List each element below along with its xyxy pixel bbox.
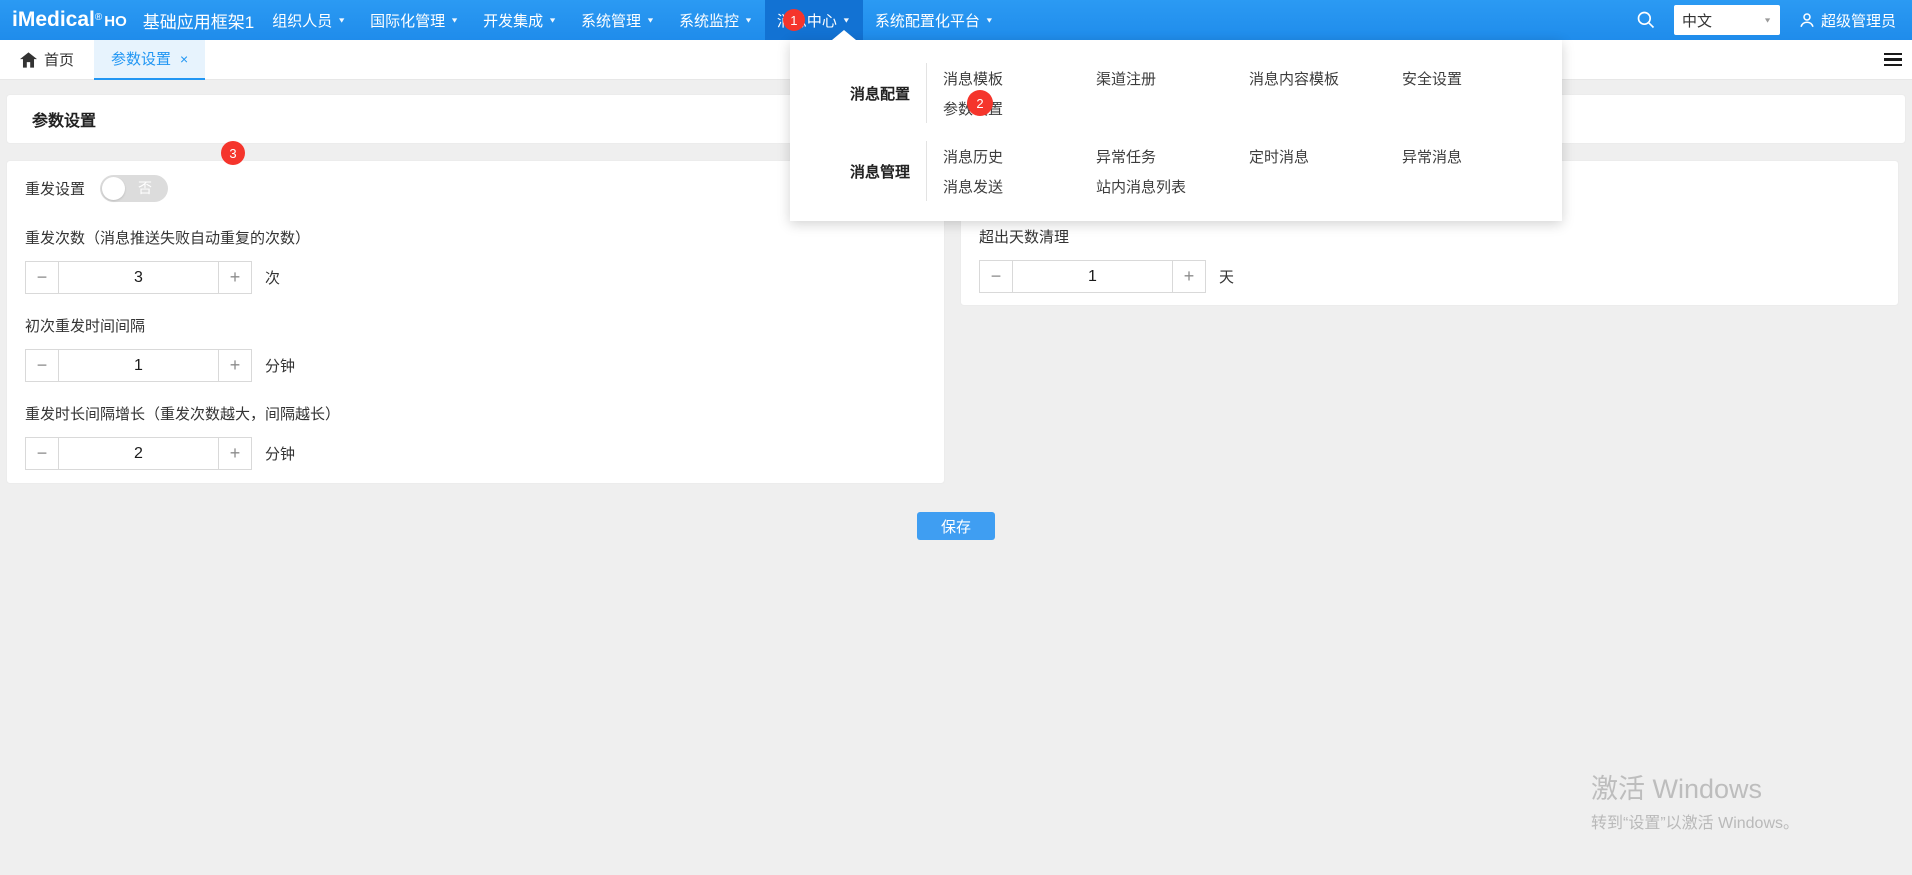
annotation-badge-3: 3	[221, 141, 245, 165]
dropdown-section-message-management: 消息管理 消息历史 异常任务 定时消息 异常消息 消息发送 站内消息列表	[790, 141, 1562, 201]
menu-organization[interactable]: 组织人员 ▼	[260, 0, 358, 40]
registered-mark-icon: ®	[94, 12, 103, 23]
cleanup-days-stepper: − 1 +	[979, 260, 1206, 293]
minus-button[interactable]: −	[26, 262, 59, 293]
username: 超级管理员	[1820, 12, 1896, 30]
minus-button[interactable]: −	[26, 350, 59, 381]
interval-growth-label: 重发时长间隔增长（重发次数越大，间隔越长）	[25, 406, 341, 423]
chevron-down-icon: ▼	[450, 16, 460, 24]
menu-label: 系统配置化平台	[874, 12, 980, 30]
menu-internationalization[interactable]: 国际化管理 ▼	[358, 0, 471, 40]
watermark-subtitle: 转到“设置”以激活 Windows。	[1591, 815, 1800, 832]
menu-label: 开发集成	[483, 12, 544, 30]
logo-text: iMedical	[12, 8, 95, 31]
cleanup-days-input[interactable]: 1	[1013, 261, 1172, 292]
tab-label: 参数设置	[111, 51, 172, 68]
navbar-right: 中文 ▼ 超级管理员	[1636, 5, 1896, 35]
menu-label: 国际化管理	[370, 12, 446, 30]
cleanup-days-label: 超出天数清理	[979, 229, 1070, 246]
dropdown-item-abnormal-task[interactable]: 异常任务	[1096, 146, 1249, 167]
chevron-down-icon: ▼	[548, 16, 558, 24]
close-icon[interactable]: ×	[180, 51, 188, 67]
dropdown-item-message-content-template[interactable]: 消息内容模板	[1249, 68, 1402, 89]
chevron-down-icon: ▼	[646, 16, 655, 24]
first-interval-label: 初次重发时间间隔	[25, 318, 146, 335]
message-center-dropdown: 消息配置 消息模板 渠道注册 消息内容模板 安全设置 参数设置 消息管理 消息历…	[790, 30, 1562, 221]
section-title: 消息配置	[790, 63, 927, 123]
dropdown-caret-icon	[832, 30, 856, 40]
unit-label: 次	[265, 270, 281, 287]
windows-activation-watermark: 激活 Windows 转到“设置”以激活 Windows。	[1591, 772, 1799, 833]
unit-label: 天	[1219, 269, 1235, 286]
menu-system-monitor[interactable]: 系统监控 ▼	[667, 0, 765, 40]
annotation-badge-1: 1	[782, 9, 805, 31]
main-menu: 组织人员 ▼ 国际化管理 ▼ 开发集成 ▼ 系统管理 ▼ 系统监控 ▼ 消息中心…	[260, 0, 1006, 40]
user-icon	[1800, 13, 1814, 28]
menu-dev-integration[interactable]: 开发集成 ▼	[471, 0, 569, 40]
dropdown-item-site-message-list[interactable]: 站内消息列表	[1096, 176, 1249, 197]
top-navbar: iMedical ® HO 基础应用框架1 组织人员 ▼ 国际化管理 ▼ 开发集…	[0, 0, 1912, 40]
menu-label: 组织人员	[272, 12, 333, 30]
language-select[interactable]: 中文 ▼	[1673, 5, 1780, 35]
watermark-title: 激活 Windows	[1591, 774, 1763, 804]
app-title: 基础应用框架1	[142, 12, 255, 32]
unit-label: 分钟	[265, 446, 296, 463]
chevron-down-icon: ▼	[337, 16, 347, 24]
resend-count-input[interactable]: 3	[59, 262, 218, 293]
plus-button[interactable]: +	[218, 262, 251, 293]
tab-parameter-settings[interactable]: 参数设置 ×	[94, 39, 206, 80]
plus-button[interactable]: +	[1172, 261, 1205, 292]
search-icon[interactable]	[1636, 10, 1656, 30]
dropdown-item-scheduled-message[interactable]: 定时消息	[1249, 146, 1402, 167]
menu-icon[interactable]	[1884, 52, 1902, 67]
plus-button[interactable]: +	[218, 350, 251, 381]
resend-count-label: 重发次数（消息推送失败自动重复的次数）	[25, 230, 311, 247]
minus-button[interactable]: −	[980, 261, 1013, 292]
dropdown-item-message-template[interactable]: 消息模板	[943, 68, 1096, 89]
chevron-down-icon: ▼	[1763, 16, 1772, 24]
page-title: 参数设置	[32, 113, 97, 130]
first-interval-stepper: − 1 +	[25, 349, 252, 382]
section-title: 消息管理	[790, 141, 927, 201]
menu-config-platform[interactable]: 系统配置化平台 ▼	[863, 0, 1006, 40]
interval-growth-input[interactable]: 2	[59, 438, 218, 469]
dropdown-item-parameter-settings[interactable]: 参数设置	[943, 98, 1096, 119]
chevron-down-icon: ▼	[984, 16, 994, 24]
resend-toggle-label: 重发设置	[25, 181, 86, 198]
resend-toggle[interactable]: 否	[100, 175, 169, 202]
tab-home[interactable]: 首页	[0, 40, 94, 80]
toggle-state-label: 否	[138, 180, 153, 196]
dropdown-item-message-send[interactable]: 消息发送	[943, 176, 1096, 197]
unit-label: 分钟	[265, 358, 296, 375]
save-button[interactable]: 保存	[917, 512, 995, 540]
menu-label: 系统管理	[581, 12, 642, 30]
menu-system-management[interactable]: 系统管理 ▼	[569, 0, 667, 40]
dropdown-item-security-settings[interactable]: 安全设置	[1402, 68, 1555, 89]
interval-growth-stepper: − 2 +	[25, 437, 252, 470]
tab-home-label: 首页	[44, 52, 75, 69]
chevron-down-icon: ▼	[743, 16, 753, 24]
toggle-knob	[102, 177, 126, 200]
annotation-badge-2: 2	[967, 90, 993, 116]
plus-button[interactable]: +	[218, 438, 251, 469]
first-interval-input[interactable]: 1	[59, 350, 218, 381]
resend-count-stepper: − 3 +	[25, 261, 252, 294]
app-logo: iMedical ® HO	[12, 8, 127, 32]
minus-button[interactable]: −	[26, 438, 59, 469]
dropdown-item-channel-register[interactable]: 渠道注册	[1096, 68, 1249, 89]
chevron-down-icon: ▼	[841, 16, 851, 24]
dropdown-item-message-history[interactable]: 消息历史	[943, 146, 1096, 167]
language-value: 中文	[1681, 12, 1712, 30]
home-icon	[20, 51, 37, 68]
dropdown-section-message-config: 消息配置 消息模板 渠道注册 消息内容模板 安全设置 参数设置	[790, 63, 1562, 123]
menu-label: 系统监控	[678, 12, 739, 30]
dropdown-item-abnormal-message[interactable]: 异常消息	[1402, 146, 1555, 167]
logo-suffix: HO	[104, 13, 127, 30]
user-menu[interactable]: 超级管理员	[1798, 10, 1896, 31]
